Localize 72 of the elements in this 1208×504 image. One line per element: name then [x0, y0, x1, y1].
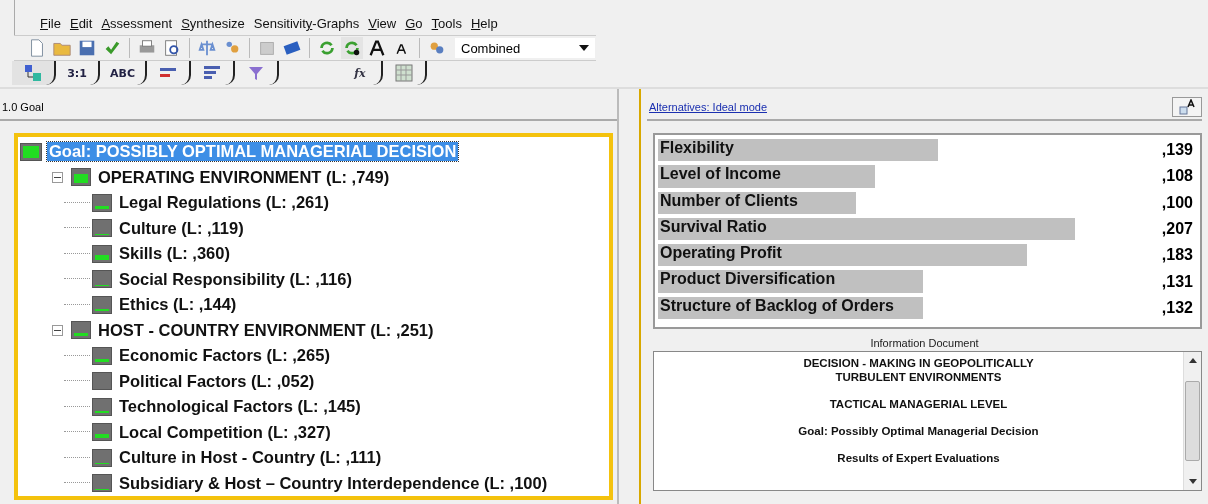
tree-node[interactable]: Culture (L: ,119)	[117, 218, 246, 238]
document-title: Information Document	[869, 337, 980, 349]
menu-item[interactable]: File	[40, 16, 61, 32]
tree-node[interactable]: Skills (L: ,360)	[117, 244, 232, 264]
node-priority-icon	[92, 193, 112, 212]
node-priority-icon	[92, 295, 112, 314]
tree-node[interactable]: Political Factors (L: ,052)	[117, 371, 317, 391]
alternative-value: ,108	[1161, 167, 1194, 186]
node-priority-icon	[92, 346, 112, 365]
view-tab[interactable]	[12, 61, 56, 85]
alternative-name: Flexibility	[659, 139, 734, 157]
node-priority-icon	[92, 474, 112, 493]
menu-item[interactable]: Help	[470, 16, 498, 32]
tree-node[interactable]: Technological Factors (L: ,145)	[117, 397, 363, 417]
tree-node[interactable]: OPERATING ENVIRONMENT (L: ,749)	[96, 167, 392, 187]
font-larger-icon	[367, 38, 387, 59]
tree-icon	[23, 63, 43, 83]
alternative-name: Number of Clients	[659, 191, 798, 210]
alternative-value: ,207	[1161, 220, 1194, 239]
alternative-value: ,100	[1161, 193, 1194, 212]
grid-icon	[394, 63, 414, 83]
refresh-dot-button[interactable]	[341, 37, 363, 60]
tree-node[interactable]: Local Competition (L: ,327)	[117, 422, 333, 442]
alternative-name: Level of Income	[659, 165, 781, 184]
document-text: Results of Expert Evaluations	[837, 451, 1000, 465]
scroll-down-icon	[1188, 479, 1197, 484]
node-priority-icon	[92, 448, 112, 467]
collapse-toggle[interactable]	[52, 171, 63, 183]
tree-node[interactable]: Legal Regulations (L: ,261)	[117, 193, 331, 213]
alternative-value: ,132	[1161, 298, 1194, 317]
menu-item[interactable]: Edit	[69, 16, 93, 32]
document-text: Goal: Possibly Optimal Managerial Decision	[798, 424, 1039, 438]
node-priority-icon	[71, 168, 91, 187]
alternative-value: ,183	[1161, 246, 1194, 265]
node-priority-icon	[92, 397, 112, 416]
document-text: TACTICAL MANAGERIAL LEVEL	[829, 397, 1008, 411]
scrollbar[interactable]	[1183, 352, 1201, 490]
font-grid-icon	[1179, 99, 1195, 115]
alternative-name: Survival Ratio	[659, 217, 767, 236]
node-priority-icon	[92, 219, 112, 238]
menu-item[interactable]: Assessment	[101, 16, 173, 32]
document-text: DECISION - MAKING IN GEOPOLITICALLY TURBULENT ENVIRONMENTS	[803, 356, 1034, 384]
menu-item[interactable]: Sensitivity-Graphs	[253, 16, 360, 32]
menu-item[interactable]: Go	[405, 16, 423, 32]
tree-node[interactable]: Ethics (L: ,144)	[117, 295, 239, 315]
panel-title: 1.0 Goal	[2, 101, 44, 113]
alternative-value: ,131	[1161, 272, 1194, 291]
node-priority-icon	[92, 372, 112, 391]
mode-dropdown[interactable]: Combined	[455, 38, 595, 59]
node-priority-icon	[92, 423, 112, 442]
dropdown-caret-icon	[579, 45, 589, 52]
node-priority-icon	[71, 321, 91, 340]
collapse-toggle[interactable]	[52, 324, 63, 336]
node-priority-icon	[92, 270, 112, 289]
alternatives-link[interactable]: Alternatives: Ideal mode	[649, 101, 767, 113]
scroll-up-icon	[1188, 358, 1197, 363]
tree-node[interactable]: Subsidiary & Host – Country Interdependence (L: ,100)	[117, 473, 550, 493]
menu-item[interactable]: Tools	[431, 16, 462, 32]
menu-item[interactable]: View	[368, 16, 397, 32]
alternative-name: Product Diversification	[659, 270, 836, 289]
alternative-name: Operating Profit	[659, 244, 782, 263]
tree-node[interactable]: Economic Factors (L: ,265)	[117, 346, 332, 366]
node-priority-icon	[20, 142, 42, 161]
tree-node[interactable]: Social Responsibility (L: ,116)	[117, 269, 354, 289]
menu-item[interactable]: Synthesize	[181, 16, 245, 32]
font-button[interactable]	[1172, 97, 1202, 117]
alternative-value: ,139	[1161, 141, 1194, 160]
node-priority-icon	[92, 244, 112, 263]
tree-node[interactable]: Culture in Host - Country (L: ,111)	[117, 448, 384, 468]
alternative-name: Structure of Backlog of Orders	[659, 296, 894, 315]
tree-node[interactable]: HOST - COUNTRY ENVIRONMENT (L: ,251)	[96, 320, 436, 340]
font-smaller-icon	[395, 41, 409, 55]
